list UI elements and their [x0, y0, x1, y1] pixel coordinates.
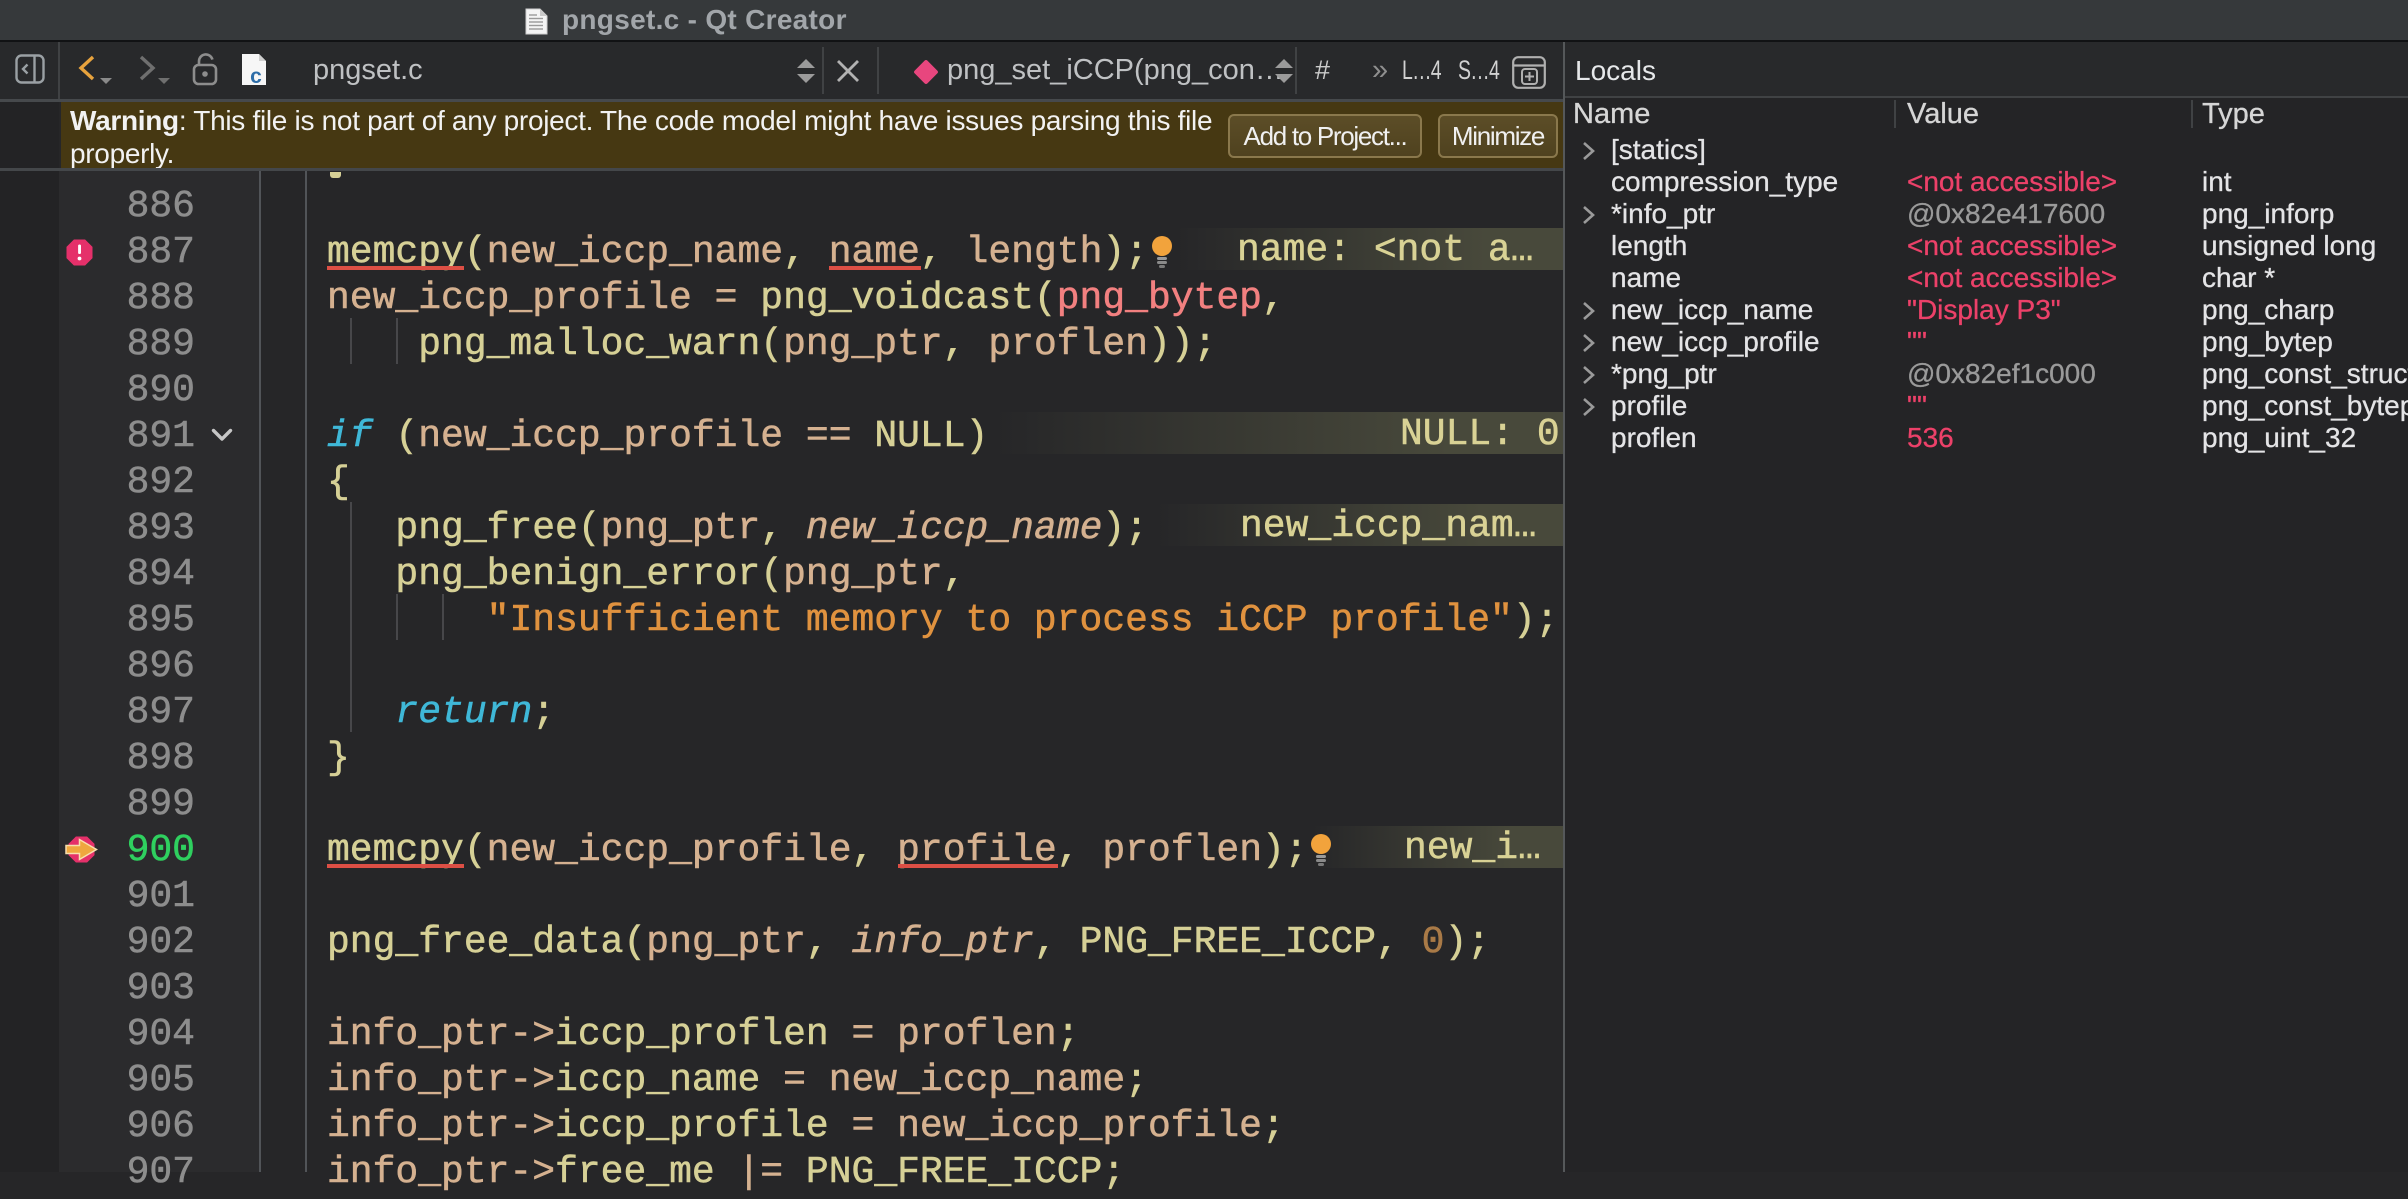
- svg-text:c: c: [250, 65, 262, 87]
